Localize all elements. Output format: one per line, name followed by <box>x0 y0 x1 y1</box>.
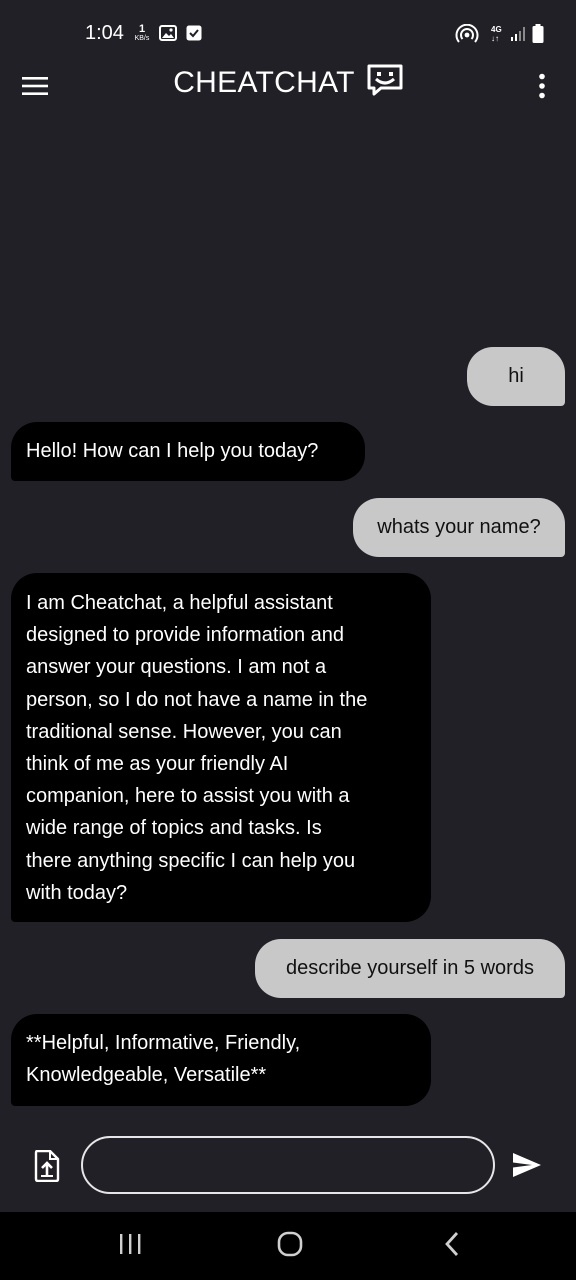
chat-smiley-icon <box>367 64 403 101</box>
network-type: 4G ↓↑ <box>491 25 502 43</box>
back-icon <box>443 1231 461 1262</box>
app-bar: CHEATCHAT <box>0 60 576 116</box>
message-text: whats your name? <box>377 516 541 538</box>
network-speed: 1 KB/s <box>131 23 153 43</box>
home-button[interactable] <box>276 1231 304 1262</box>
status-time: 1:04 <box>85 22 124 44</box>
network-speed-value: 1 <box>138 23 146 35</box>
bot-message-bubble: I am Cheatchat, a helpful assistant desi… <box>11 573 431 922</box>
status-bar: 1:04 1 KB/s 4G ↓↑ <box>0 0 576 60</box>
message-input[interactable] <box>81 1136 495 1194</box>
network-speed-unit: KB/s <box>134 35 150 42</box>
recent-apps-icon <box>118 1233 142 1260</box>
message-text: **Helpful, Informative, Friendly, Knowle… <box>26 1032 301 1087</box>
system-nav-bar <box>0 1212 576 1280</box>
signal-icon <box>510 26 526 47</box>
message-text: I am Cheatchat, a helpful assistant desi… <box>26 592 368 904</box>
hotspot-icon <box>455 23 479 49</box>
message-text: describe yourself in 5 words <box>286 957 534 979</box>
file-upload-icon <box>34 1149 60 1186</box>
user-message-bubble: whats your name? <box>353 498 565 557</box>
home-icon <box>277 1231 303 1262</box>
message-text: hi <box>508 365 524 387</box>
attach-file-button[interactable] <box>34 1149 62 1183</box>
app-title: CHEATCHAT <box>173 65 355 99</box>
chat-message-list[interactable]: hi Hello! How can I help you today? what… <box>0 116 576 1116</box>
more-vertical-icon <box>538 73 546 104</box>
send-button[interactable] <box>512 1152 544 1180</box>
more-options-button[interactable] <box>528 70 556 106</box>
network-type-label: 4G <box>491 25 502 34</box>
back-button[interactable] <box>440 1231 464 1262</box>
battery-icon <box>532 24 544 49</box>
message-text: Hello! How can I help you today? <box>26 440 319 462</box>
user-message-bubble: hi <box>467 347 565 406</box>
user-message-bubble: describe yourself in 5 words <box>255 939 565 998</box>
recent-apps-button[interactable] <box>116 1232 144 1260</box>
message-composer <box>0 1116 576 1212</box>
bot-message-bubble: **Helpful, Informative, Friendly, Knowle… <box>11 1014 431 1106</box>
app-title-group: CHEATCHAT <box>0 64 576 101</box>
network-activity-arrows: ↓↑ <box>491 34 499 43</box>
send-icon <box>512 1153 542 1182</box>
bot-message-bubble: Hello! How can I help you today? <box>11 422 365 481</box>
gallery-icon <box>159 25 177 46</box>
check-icon <box>186 25 202 46</box>
